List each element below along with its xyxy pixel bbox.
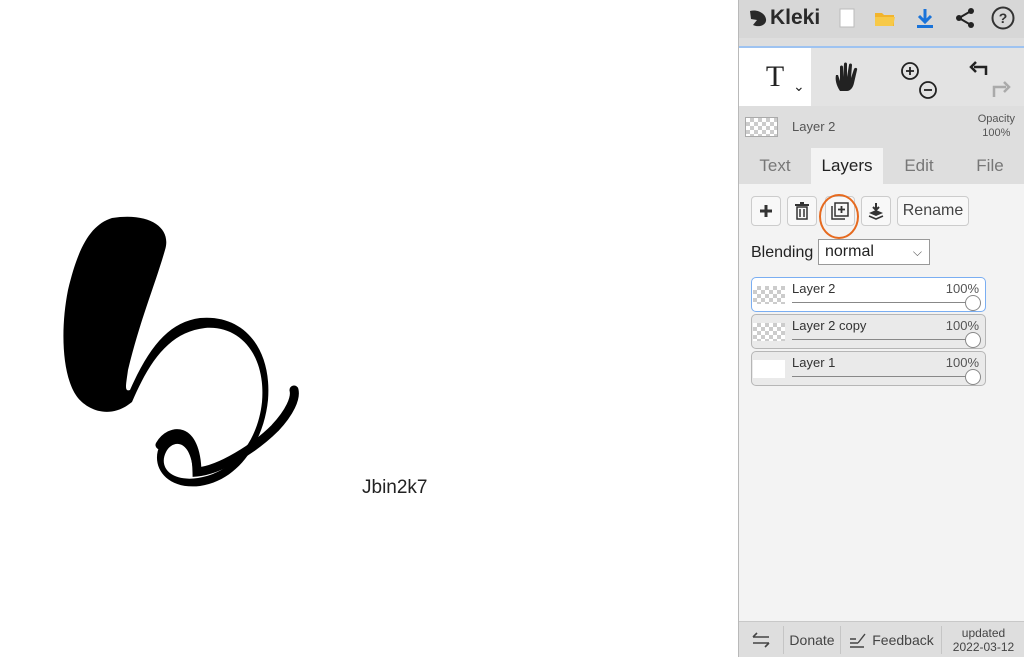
updated-date: 2022-03-12 (952, 640, 1015, 654)
blending-label: Blending (751, 244, 814, 261)
top-toolbar: Kleki ? (739, 0, 1024, 38)
active-layer-thumbnail (745, 117, 778, 137)
zoom-in-icon[interactable] (901, 62, 919, 80)
footer-bar: Donate Feedback updated 2022-03-12 (739, 621, 1024, 657)
undo-redo-controls (955, 48, 1024, 106)
layer-name: Layer 2 (792, 281, 836, 296)
svg-text:?: ? (999, 10, 1008, 26)
zoom-controls (883, 48, 955, 106)
opacity-slider-knob[interactable] (965, 369, 981, 385)
opacity-slider-track[interactable] (792, 376, 978, 377)
app-name: Kleki (770, 6, 821, 29)
redo-icon[interactable] (992, 81, 1011, 97)
kleki-logo-icon (750, 10, 767, 27)
brush-stroke-drawing (63, 216, 299, 487)
tab-layers[interactable]: Layers (811, 148, 883, 184)
layer-thumbnail (753, 286, 785, 304)
delete-layer-button[interactable] (787, 196, 817, 226)
active-layer-info: Layer 2 Opacity 100% (739, 110, 1024, 144)
download-icon[interactable] (913, 6, 937, 30)
layer-row-layer-2[interactable]: Layer 2 100% (751, 277, 986, 312)
duplicate-icon (831, 202, 849, 220)
zoom-out-icon[interactable] (919, 81, 937, 99)
layer-name: Layer 2 copy (792, 318, 867, 333)
opacity-slider-knob[interactable] (965, 295, 981, 311)
text-tool-button[interactable]: T ⌄ (739, 48, 811, 106)
chevron-down-icon: ⌵ (912, 245, 922, 259)
undo-icon[interactable] (969, 61, 988, 75)
side-panel: Kleki ? T ⌄ Layer 2 Opacity 100% Text La… (738, 0, 1024, 657)
trash-icon (795, 202, 809, 220)
layer-thumbnail (753, 360, 785, 378)
help-icon[interactable]: ? (991, 6, 1015, 30)
layer-opacity: 100% (945, 355, 979, 370)
active-layer-name: Layer 2 (792, 119, 836, 134)
rename-layer-button[interactable]: Rename (897, 196, 969, 226)
merge-down-button[interactable] (861, 196, 891, 226)
plus-icon (760, 205, 772, 217)
open-folder-icon[interactable] (873, 6, 897, 30)
layer-name: Layer 1 (792, 355, 836, 370)
duplicate-layer-button[interactable] (825, 196, 855, 226)
tab-bar: Text Layers Edit File (739, 148, 1024, 184)
opacity-slider-track[interactable] (792, 339, 978, 340)
tab-file[interactable]: File (955, 148, 1024, 184)
opacity-slider-knob[interactable] (965, 332, 981, 348)
feedback-link[interactable]: Feedback (841, 622, 941, 658)
chevron-down-icon[interactable]: ⌄ (793, 78, 805, 95)
donate-link[interactable]: Donate (784, 622, 840, 658)
layers-panel: Rename Blending normal ⌵ Layer 2 100% La… (739, 184, 1024, 621)
updated-info[interactable]: updated 2022-03-12 (942, 622, 1024, 658)
feedback-icon (850, 633, 866, 648)
opacity-display[interactable]: Opacity 100% (978, 112, 1015, 140)
blending-select[interactable]: normal ⌵ (818, 239, 930, 265)
tab-text[interactable]: Text (739, 148, 811, 184)
zoom-icons (901, 62, 937, 99)
add-layer-button[interactable] (751, 196, 781, 226)
blending-value: normal (825, 243, 874, 260)
layer-opacity: 100% (945, 318, 979, 333)
new-file-icon[interactable] (835, 6, 859, 30)
hand-tool-button[interactable] (811, 48, 883, 106)
layer-thumbnail (753, 323, 785, 341)
tool-row: T ⌄ (739, 48, 1024, 106)
opacity-label: Opacity (977, 113, 1015, 125)
layer-opacity: 100% (945, 281, 979, 296)
canvas-text-label: Jbin2k7 (362, 477, 428, 498)
opacity-slider-track[interactable] (792, 302, 978, 303)
share-icon[interactable] (953, 6, 977, 30)
layer-row-layer-1[interactable]: Layer 1 100% (751, 351, 986, 386)
tab-edit[interactable]: Edit (883, 148, 955, 184)
updated-label: updated (961, 626, 1006, 640)
feedback-label: Feedback (872, 632, 934, 648)
hand-icon (835, 62, 858, 91)
app-logo[interactable]: Kleki (747, 6, 820, 30)
opacity-value: 100% (982, 127, 1011, 139)
swap-side-icon[interactable] (739, 622, 783, 658)
merge-down-icon (868, 203, 884, 220)
layer-row-layer-2-copy[interactable]: Layer 2 copy 100% (751, 314, 986, 349)
undo-redo-icons (969, 61, 1011, 97)
text-tool-icon: T (765, 60, 785, 93)
drawing-canvas[interactable]: Jbin2k7 (0, 0, 738, 657)
